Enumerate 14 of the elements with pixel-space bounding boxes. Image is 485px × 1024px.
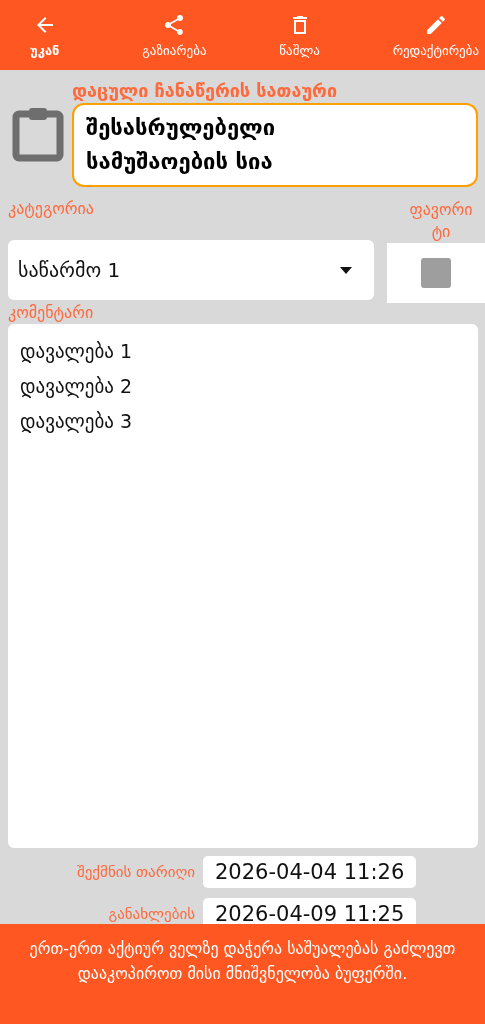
date-label: შექმნის თარიღი xyxy=(76,862,195,882)
message-toast: ერთ-ერთ აქტიურ ველზე დაჭერა საშუალებას გაძლევთ დააკოპიროთ მისი მნიშვნელობა ბუფერში. xyxy=(0,924,485,1024)
date-label: განახლების xyxy=(107,904,195,924)
comment-label: კომენტარი xyxy=(8,303,95,322)
date-value[interactable]: 2026-04-04 11:26 xyxy=(203,856,417,888)
clipboard-icon xyxy=(12,106,64,162)
category-label: კატეგორია xyxy=(8,199,95,218)
favorite-label: ფავორიტი xyxy=(408,199,474,243)
comment-field[interactable]: დავალება 1 დავალება 2 დავალება 3 xyxy=(8,324,478,848)
dropdown-caret-icon xyxy=(340,266,352,274)
category-dropdown[interactable]: საწარმო 1 xyxy=(8,240,374,300)
title-field[interactable]: შესასრულებელი სამუშაოების სია xyxy=(72,103,478,187)
favorite-checkbox[interactable] xyxy=(421,258,451,288)
title-label: დაცული ჩანაწერის სათაური xyxy=(72,80,339,101)
